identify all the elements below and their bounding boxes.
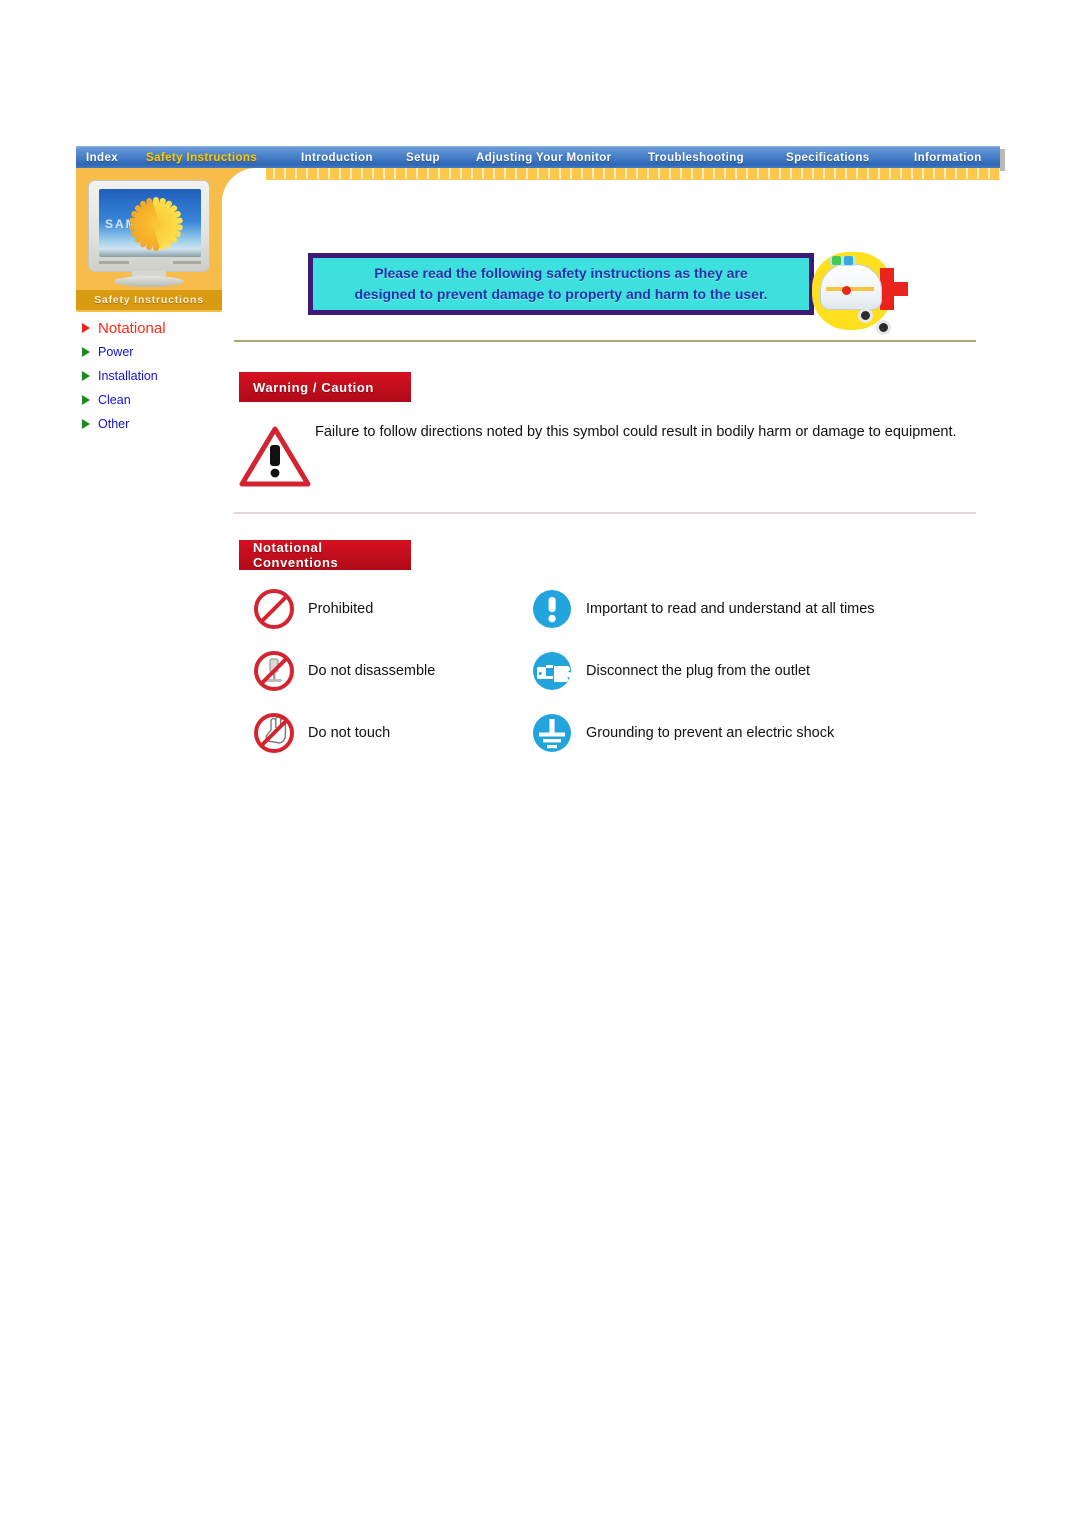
convention-row: Do not disassemble Disconnect the plug fr… <box>252 640 978 702</box>
notational-conventions-header-text: Notational Conventions <box>253 540 339 570</box>
monitor-controls <box>99 261 201 265</box>
convention-cell-left: Prohibited <box>252 587 530 631</box>
sidebar-item-notational[interactable]: Notational <box>82 316 232 340</box>
convention-row: Prohibited Important to read and understa… <box>252 578 978 640</box>
monitor-screen: SAMSUNG <box>99 189 201 257</box>
nav-item-index[interactable]: Index <box>86 152 118 164</box>
warning-triangle-icon <box>239 424 311 488</box>
sidebar-section-label: Safety Instructions <box>76 290 222 310</box>
sidebar-section-label-text: Safety Instructions <box>94 294 204 306</box>
notational-conventions-header: Notational Conventions <box>239 540 411 570</box>
convention-row: Do not touch Grounding to prevent an elec… <box>252 702 978 764</box>
monitor-body: SAMSUNG <box>88 180 210 272</box>
grounding-icon <box>530 711 574 755</box>
sidebar-nav: Notational Power Installation Clean Other <box>82 316 232 436</box>
triangle-bullet-icon <box>82 371 90 381</box>
nav-item-troubleshooting[interactable]: Troubleshooting <box>648 152 744 164</box>
convention-cell-left: Do not touch <box>252 711 530 755</box>
sidebar-item-other[interactable]: Other <box>82 412 232 436</box>
triangle-bullet-icon <box>82 395 90 405</box>
ambulance-wheel-rear <box>876 320 891 335</box>
nav-item-information[interactable]: Information <box>914 152 982 164</box>
nav-item-introduction[interactable]: Introduction <box>301 152 373 164</box>
safety-banner-text: Please read the following safety instruc… <box>354 263 767 305</box>
sidebar-item-label: Notational <box>98 319 166 337</box>
sidebar-item-clean[interactable]: Clean <box>82 388 232 412</box>
divider-pink <box>234 512 976 514</box>
warning-caution-header: Warning / Caution <box>239 372 411 402</box>
nav-item-specifications[interactable]: Specifications <box>786 152 870 164</box>
convention-label: Important to read and understand at all … <box>586 601 875 617</box>
sidebar-item-installation[interactable]: Installation <box>82 364 232 388</box>
safety-banner-line1: Please read the following safety instruc… <box>374 265 748 281</box>
nav-dashed-ribbon <box>264 168 1000 179</box>
ambulance-wheel-front <box>858 308 873 323</box>
ambulance-lights <box>832 256 858 265</box>
triangle-bullet-icon <box>82 323 90 333</box>
warning-caution-header-text: Warning / Caution <box>253 379 374 395</box>
prohibited-icon <box>252 587 296 631</box>
sidebar-item-label: Power <box>98 345 134 359</box>
convention-label: Do not disassemble <box>308 663 436 679</box>
safety-banner: Please read the following safety instruc… <box>308 253 814 315</box>
monitor-control-strip <box>99 261 129 264</box>
convention-label: Do not touch <box>308 725 391 741</box>
important-exclamation-icon <box>530 587 574 631</box>
monitor-base <box>114 276 184 287</box>
convention-label: Prohibited <box>308 601 374 617</box>
safety-banner-line2: designed to prevent damage to property a… <box>354 286 768 302</box>
convention-cell-right: Grounding to prevent an electric shock <box>530 711 978 755</box>
ambulance-icon <box>806 242 914 342</box>
sidebar-item-label: Clean <box>98 393 131 407</box>
do-not-touch-icon <box>252 711 296 755</box>
top-navigation: Index Safety Instructions Introduction Setu… <box>76 146 1005 171</box>
triangle-bullet-icon <box>82 419 90 429</box>
nav-bar: Index Safety Instructions Introduction Setu… <box>76 146 1000 169</box>
monitor-illustration: SAMSUNG <box>88 180 210 287</box>
ambulance-emblem <box>842 286 851 295</box>
convention-cell-left: Do not disassemble <box>252 649 530 693</box>
warning-block: Failure to follow directions noted by th… <box>239 422 979 488</box>
convention-cell-right: Disconnect the plug from the outlet <box>530 649 978 693</box>
do-not-disassemble-icon <box>252 649 296 693</box>
nav-item-setup[interactable]: Setup <box>406 152 440 164</box>
sunburst-icon <box>127 195 185 253</box>
convention-label: Disconnect the plug from the outlet <box>586 663 811 679</box>
disconnect-plug-icon <box>530 649 574 693</box>
convention-cell-right: Important to read and understand at all … <box>530 587 978 631</box>
sidebar-item-label: Other <box>98 417 130 431</box>
triangle-bullet-icon <box>82 347 90 357</box>
sidebar-corner-curve <box>222 168 266 202</box>
nav-item-safety-instructions[interactable]: Safety Instructions <box>146 152 257 164</box>
nav-item-adjusting-your-monitor[interactable]: Adjusting Your Monitor <box>476 152 612 164</box>
nav-bar-shadow <box>1000 149 1005 171</box>
warning-body-text: Failure to follow directions noted by th… <box>315 424 957 440</box>
monitor-control-strip <box>173 261 201 264</box>
conventions-table: Prohibited Important to read and understa… <box>252 578 978 764</box>
sidebar-item-power[interactable]: Power <box>82 340 232 364</box>
convention-label: Grounding to prevent an electric shock <box>586 725 835 741</box>
divider-olive <box>234 340 976 342</box>
sidebar-item-label: Installation <box>98 369 158 383</box>
